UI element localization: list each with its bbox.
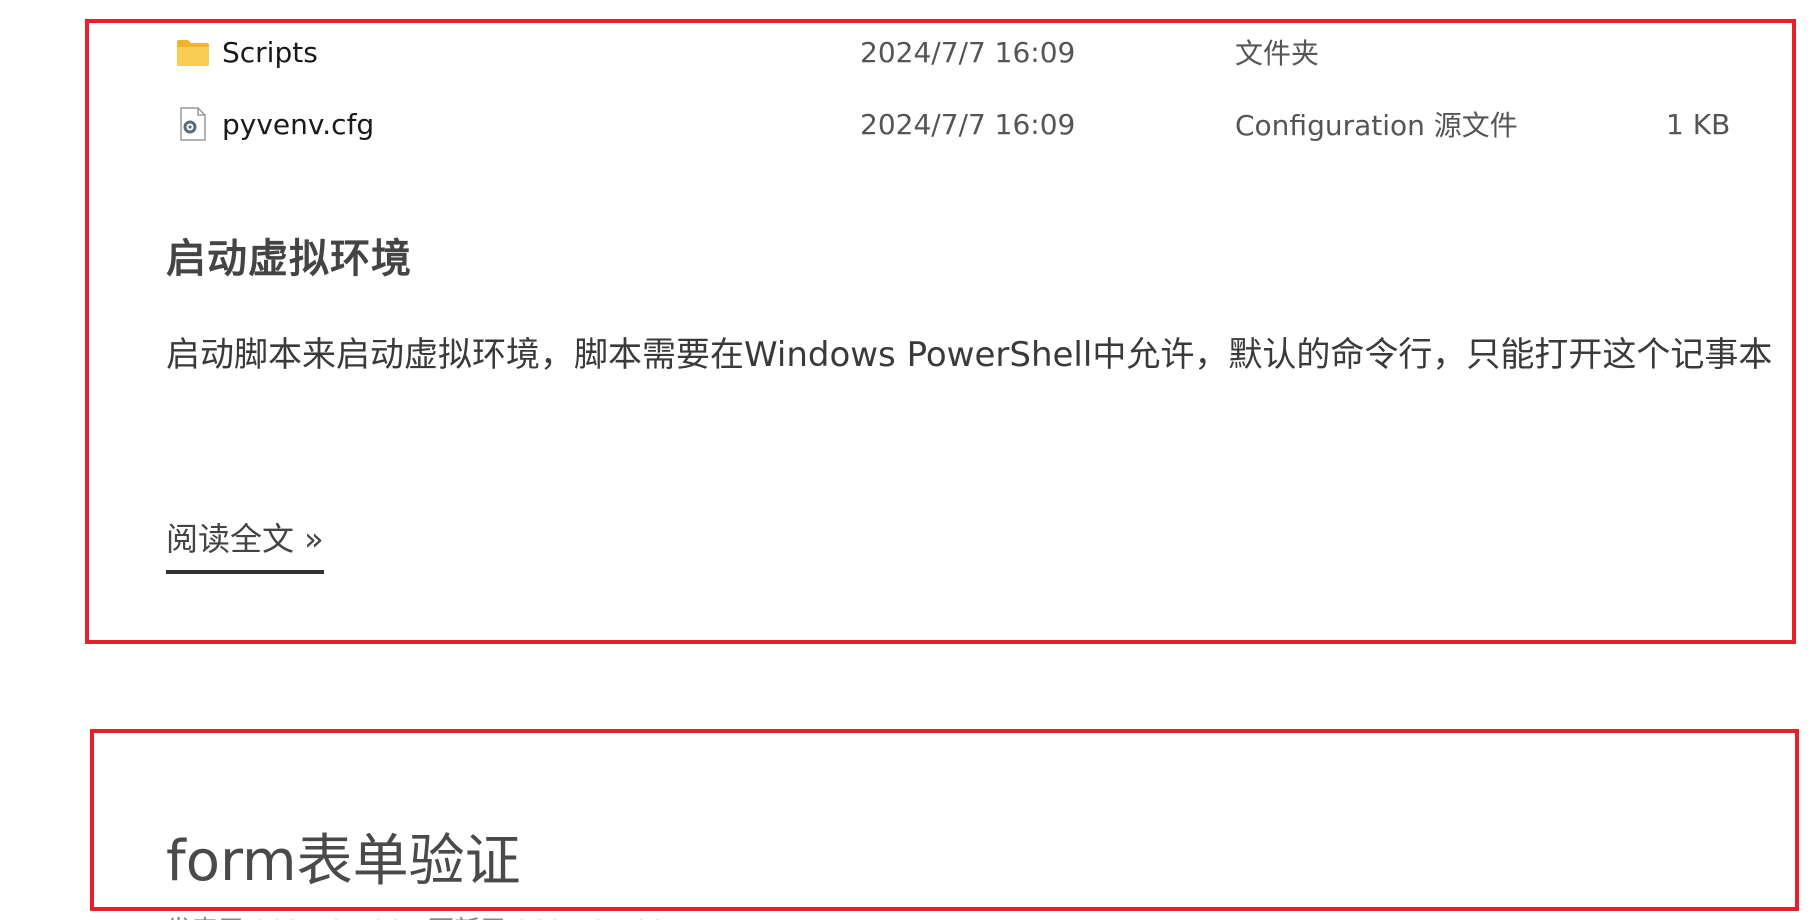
post-meta: 发表于 2024-05-08 · 更新于 2024-05-08 (166, 910, 666, 920)
folder-icon (176, 35, 210, 69)
section-heading: 启动虚拟环境 (166, 236, 412, 282)
file-modified: 2024/7/7 16:09 (860, 107, 1076, 141)
file-name: Scripts (222, 35, 318, 69)
read-more-link[interactable]: 阅读全文 » (166, 514, 324, 574)
post-title[interactable]: form表单验证 (166, 816, 521, 897)
file-type: 文件夹 (1235, 37, 1320, 70)
page: Scripts 2024/7/7 16:09 文件夹 pyvenv.cfg 20… (0, 0, 1811, 920)
file-type: Configuration 源文件 (1235, 109, 1518, 142)
file-row-pyvenv[interactable]: pyvenv.cfg 2024/7/7 16:09 Configuration … (176, 102, 1736, 146)
config-file-icon (176, 107, 210, 141)
file-name: pyvenv.cfg (222, 107, 375, 141)
file-row-scripts[interactable]: Scripts 2024/7/7 16:09 文件夹 (176, 30, 1736, 74)
section-paragraph: 启动脚本来启动虚拟环境，脚本需要在Windows PowerShell中允许，默… (166, 335, 1773, 375)
file-size: 1 KB (1666, 107, 1731, 141)
file-modified: 2024/7/7 16:09 (860, 35, 1076, 69)
